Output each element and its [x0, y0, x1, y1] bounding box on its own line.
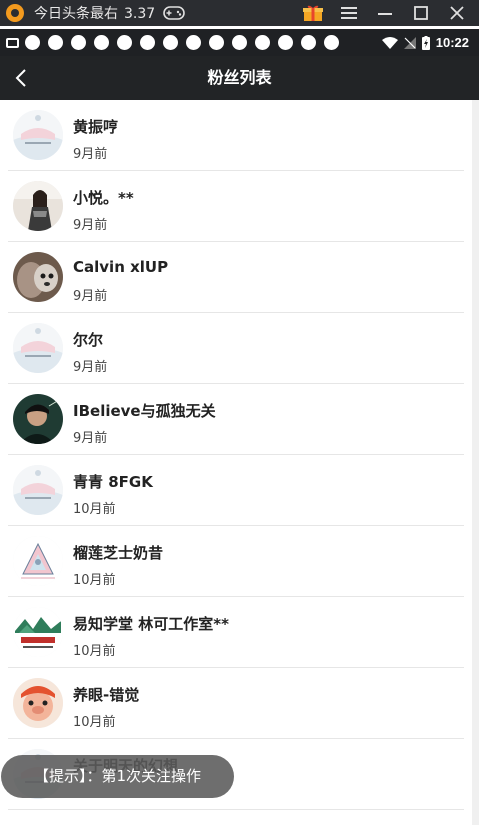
follow-time: 10月前	[73, 715, 116, 730]
fan-list-item[interactable]: 易知学堂 林可工作室** 10月前	[8, 597, 464, 668]
follow-time: 9月前	[73, 360, 108, 375]
avatar[interactable]	[13, 394, 63, 444]
fan-name[interactable]: 小悦。**	[73, 187, 134, 208]
wifi-icon	[381, 36, 398, 49]
app-header: 粉丝列表	[0, 56, 479, 100]
fan-name[interactable]: 榴莲芝士奶昔	[73, 542, 163, 563]
notification-dot-icon	[140, 35, 155, 50]
follow-time: 9月前	[73, 218, 108, 233]
emulator-title-bar: 今日头条最右 3.37	[0, 0, 479, 26]
fan-name[interactable]: 养眼-错觉	[73, 684, 139, 705]
fan-list-item[interactable]: 尔尔 9月前	[8, 313, 464, 384]
emulator-logo-icon	[6, 4, 24, 22]
maximize-icon	[414, 6, 428, 20]
notification-dot-icon	[94, 35, 109, 50]
back-button[interactable]	[6, 62, 36, 94]
gift-icon	[303, 5, 323, 21]
gift-button[interactable]	[299, 0, 327, 26]
emulator-app-name: 今日头条最右	[34, 6, 118, 22]
back-arrow-icon	[15, 69, 26, 87]
follow-time: 9月前	[73, 431, 108, 446]
notification-dot-icon	[163, 35, 178, 50]
avatar[interactable]	[13, 678, 63, 728]
follow-time: 10月前	[73, 502, 116, 517]
fan-list-item[interactable]: 养眼-错觉 10月前	[8, 668, 464, 739]
fan-list-item[interactable]: IBelieve与孤独无关 9月前	[8, 384, 464, 455]
notification-dot-icon	[209, 35, 224, 50]
toast-message: 【提示】：第1次关注操作	[1, 755, 234, 798]
emulator-title: 今日头条最右 3.37	[34, 3, 155, 23]
menu-button[interactable]	[335, 0, 363, 26]
emulator-version: 3.37	[124, 6, 156, 22]
fan-list-item[interactable]: 榴莲芝士奶昔 10月前	[8, 526, 464, 597]
no-signal-icon	[403, 36, 416, 49]
avatar[interactable]	[13, 323, 63, 373]
fan-list[interactable]: 黄振哼 9月前 小悦。** 9月前 Calvin xlUP 9月前 尔尔 9月前 IBeliev…	[0, 100, 472, 810]
avatar[interactable]	[13, 607, 63, 657]
avatar[interactable]	[13, 536, 63, 586]
page-title: 粉丝列表	[207, 68, 272, 87]
maximize-button[interactable]	[407, 0, 435, 26]
follow-time: 10月前	[73, 573, 116, 588]
avatar[interactable]	[13, 465, 63, 515]
notification-dot-icon	[278, 35, 293, 50]
close-icon	[450, 6, 464, 20]
fan-name[interactable]: 易知学堂 林可工作室**	[73, 613, 229, 634]
status-time: 10:22	[435, 35, 469, 50]
notification-dot-icon	[48, 35, 63, 50]
scrollbar[interactable]	[472, 100, 479, 825]
avatar[interactable]	[13, 110, 63, 160]
fan-list-item[interactable]: 小悦。** 9月前	[8, 171, 464, 242]
avatar[interactable]	[13, 252, 63, 302]
avatar[interactable]	[13, 181, 63, 231]
fan-name[interactable]: 黄振哼	[73, 116, 118, 137]
notification-dot-icon	[255, 35, 270, 50]
fan-name[interactable]: 青青 8FGK	[73, 471, 153, 492]
fan-list-item[interactable]: 黄振哼 9月前	[8, 100, 464, 171]
fan-list-item[interactable]: 青青 8FGK 10月前	[8, 455, 464, 526]
fan-list-item[interactable]: Calvin xlUP 9月前	[8, 242, 464, 313]
minimize-icon	[378, 13, 392, 15]
fan-name[interactable]: 尔尔	[73, 329, 103, 350]
notification-dot-icon	[25, 35, 40, 50]
notification-dot-icon	[301, 35, 316, 50]
minimize-button[interactable]	[371, 0, 399, 26]
fan-name[interactable]: IBelieve与孤独无关	[73, 400, 216, 421]
follow-time: 9月前	[73, 147, 108, 162]
hamburger-icon	[341, 7, 357, 19]
notification-icons	[6, 35, 347, 50]
follow-time: 9月前	[73, 289, 108, 304]
notification-dot-icon	[71, 35, 86, 50]
android-status-bar: 10:22	[0, 29, 479, 56]
fan-name[interactable]: Calvin xlUP	[73, 258, 168, 276]
close-button[interactable]	[443, 0, 471, 26]
notification-dot-icon	[117, 35, 132, 50]
notification-dot-icon	[232, 35, 247, 50]
follow-time: 10月前	[73, 644, 116, 659]
notification-dot-icon	[186, 35, 201, 50]
notification-dot-icon	[324, 35, 339, 50]
battery-charging-icon	[421, 35, 430, 50]
keyboard-icon	[6, 37, 19, 48]
gamepad-icon[interactable]	[163, 6, 185, 20]
